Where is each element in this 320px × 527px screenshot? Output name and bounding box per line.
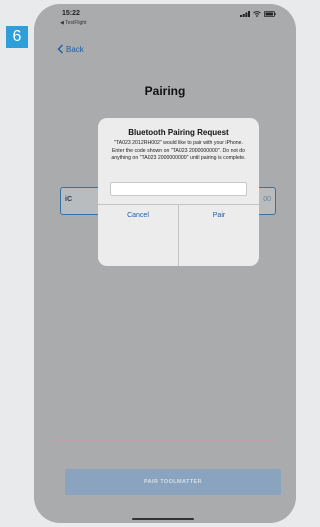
- battery-icon: [264, 11, 276, 17]
- phone-screen: 15:22 ◀ TestFlight Back Pairing iC 00 PA…: [34, 4, 296, 523]
- device-code-suffix: 00: [263, 196, 271, 203]
- status-back-to-app[interactable]: ◀ TestFlight: [60, 20, 87, 26]
- status-icons: [240, 11, 276, 17]
- back-button[interactable]: Back: [57, 44, 84, 54]
- status-bar: 15:22 ◀ TestFlight: [34, 4, 296, 34]
- pair-toolmatter-button[interactable]: PAIR TOOLMATTER: [65, 469, 281, 495]
- status-time: 15:22: [62, 10, 80, 17]
- step-number-badge: 6: [6, 26, 28, 48]
- cellular-signal-icon: [240, 11, 250, 17]
- back-label: Back: [66, 44, 84, 54]
- bluetooth-pairing-dialog: Bluetooth Pairing Request "TA023 2012RH0…: [98, 118, 259, 266]
- chevron-left-icon: [57, 44, 63, 54]
- pair-button[interactable]: Pair: [179, 204, 259, 228]
- cancel-button[interactable]: Cancel: [98, 204, 178, 228]
- divider: [52, 440, 278, 441]
- pairing-code-input[interactable]: [110, 182, 247, 196]
- dialog-message: "TA023 2012RH002" would like to pair wit…: [111, 140, 246, 162]
- home-indicator[interactable]: [132, 518, 194, 520]
- page-title: Pairing: [144, 84, 186, 98]
- wifi-icon: [253, 11, 261, 17]
- device-code-prefix: iC: [65, 196, 72, 203]
- dialog-title: Bluetooth Pairing Request: [128, 128, 229, 137]
